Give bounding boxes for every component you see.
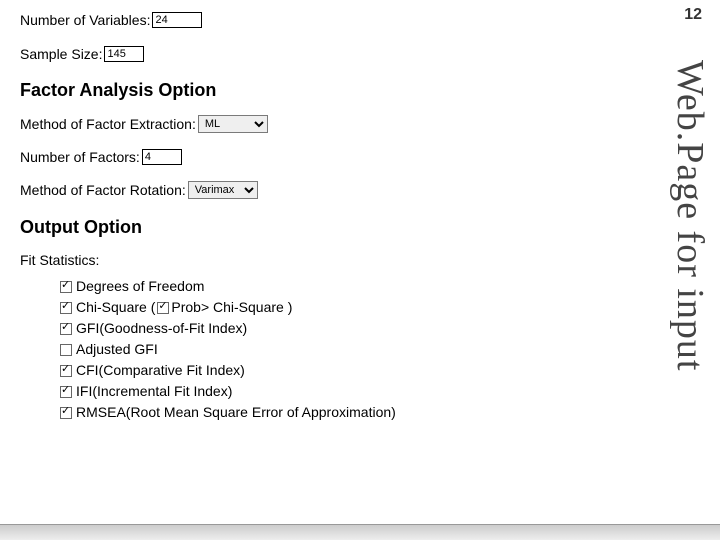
checkbox-gfi[interactable] bbox=[60, 323, 72, 335]
label-ifi: IFI(Incremental Fit Index) bbox=[76, 381, 232, 402]
num-factors-label: Number of Factors: bbox=[20, 149, 140, 165]
label-chisq-post: Prob> Chi-Square ) bbox=[171, 297, 292, 318]
label-rmsea: RMSEA(Root Mean Square Error of Approxim… bbox=[76, 402, 396, 423]
check-row-rmsea: RMSEA(Root Mean Square Error of Approxim… bbox=[60, 402, 700, 423]
rotation-row: Method of Factor Rotation: Varimax bbox=[20, 181, 700, 199]
check-row-chisq: Chi-Square ( Prob> Chi-Square ) bbox=[60, 297, 700, 318]
page-number: 12 bbox=[684, 6, 702, 24]
footer-bar bbox=[0, 524, 720, 540]
checkbox-rmsea[interactable] bbox=[60, 407, 72, 419]
checkbox-dof[interactable] bbox=[60, 281, 72, 293]
check-row-cfi: CFI(Comparative Fit Index) bbox=[60, 360, 700, 381]
extraction-select[interactable]: ML bbox=[198, 115, 268, 133]
checkbox-chisq[interactable] bbox=[60, 302, 72, 314]
sample-size-row: Sample Size: bbox=[20, 46, 700, 62]
checkbox-cfi[interactable] bbox=[60, 365, 72, 377]
sample-size-label: Sample Size: bbox=[20, 46, 102, 62]
extraction-row: Method of Factor Extraction: ML bbox=[20, 115, 700, 133]
form-content: Number of Variables: Sample Size: Factor… bbox=[0, 0, 720, 423]
num-factors-row: Number of Factors: bbox=[20, 149, 700, 165]
label-cfi: CFI(Comparative Fit Index) bbox=[76, 360, 245, 381]
label-dof: Degrees of Freedom bbox=[76, 276, 204, 297]
output-heading: Output Option bbox=[20, 217, 700, 238]
num-factors-input[interactable] bbox=[142, 149, 182, 165]
checkbox-agfi[interactable] bbox=[60, 344, 72, 356]
rotation-label: Method of Factor Rotation: bbox=[20, 182, 186, 198]
checkbox-prob-chisq[interactable] bbox=[157, 302, 169, 314]
num-vars-label: Number of Variables: bbox=[20, 12, 150, 28]
num-vars-input[interactable] bbox=[152, 12, 202, 28]
rotation-select[interactable]: Varimax bbox=[188, 181, 258, 199]
check-row-gfi: GFI(Goodness-of-Fit Index) bbox=[60, 318, 700, 339]
label-gfi: GFI(Goodness-of-Fit Index) bbox=[76, 318, 247, 339]
sample-size-input[interactable] bbox=[104, 46, 144, 62]
fit-statistics-label: Fit Statistics: bbox=[20, 252, 700, 268]
check-row-agfi: Adjusted GFI bbox=[60, 339, 700, 360]
factor-heading: Factor Analysis Option bbox=[20, 80, 700, 101]
side-title: Web.Page for input bbox=[652, 60, 712, 520]
label-chisq-pre: Chi-Square ( bbox=[76, 297, 155, 318]
num-vars-row: Number of Variables: bbox=[20, 12, 700, 28]
label-agfi: Adjusted GFI bbox=[76, 339, 158, 360]
fit-checklist: Degrees of Freedom Chi-Square ( Prob> Ch… bbox=[60, 276, 700, 423]
extraction-label: Method of Factor Extraction: bbox=[20, 116, 196, 132]
checkbox-ifi[interactable] bbox=[60, 386, 72, 398]
check-row-dof: Degrees of Freedom bbox=[60, 276, 700, 297]
check-row-ifi: IFI(Incremental Fit Index) bbox=[60, 381, 700, 402]
